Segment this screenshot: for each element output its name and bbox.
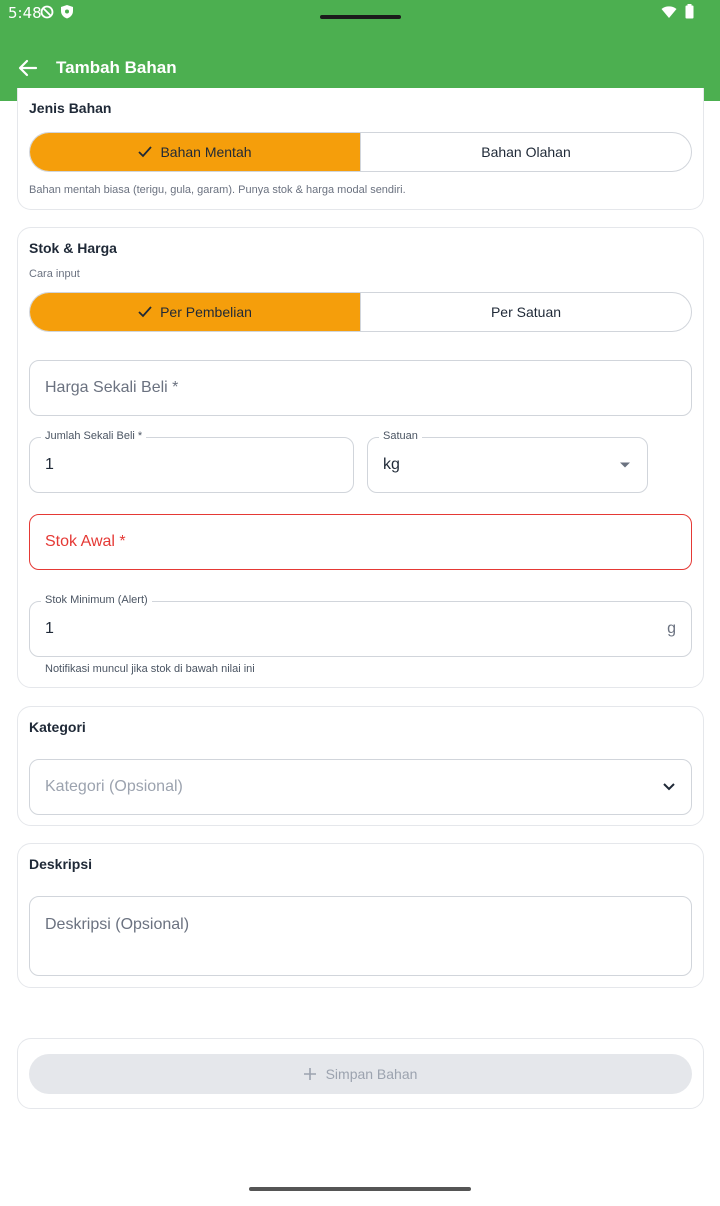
- jumlah-label: Jumlah Sekali Beli *: [41, 430, 147, 442]
- back-button[interactable]: [14, 54, 42, 82]
- deskripsi-title: Deskripsi: [29, 856, 93, 872]
- stok-min-helper: Notifikasi muncul jika stok di bawah nil…: [45, 663, 255, 675]
- jumlah-sekali-beli-input[interactable]: Jumlah Sekali Beli * 1: [29, 430, 354, 493]
- check-icon: [138, 146, 153, 158]
- page-title: Tambah Bahan: [56, 58, 177, 77]
- cara-input-selector: Per Pembelian Per Satuan: [29, 292, 692, 332]
- arrow-back-icon: [18, 59, 38, 77]
- deskripsi-card: Deskripsi Deskripsi (Opsional): [17, 843, 704, 988]
- option-per-pembelian-label: Per Pembelian: [160, 304, 252, 320]
- stok-minimum-input[interactable]: Stok Minimum (Alert) 1 g: [29, 594, 692, 657]
- stok-awal-input[interactable]: Stok Awal *: [29, 514, 692, 570]
- stok-harga-card: Stok & Harga Cara input Per Pembelian Pe…: [17, 227, 704, 688]
- kategori-select[interactable]: Kategori (Opsional): [29, 759, 692, 815]
- jumlah-value: 1: [45, 456, 54, 473]
- satuan-select[interactable]: Satuan kg: [367, 430, 648, 493]
- satuan-value: kg: [383, 456, 400, 473]
- option-bahan-mentah-label: Bahan Mentah: [160, 144, 252, 160]
- harga-placeholder: Harga Sekali Beli *: [45, 379, 179, 396]
- kategori-title: Kategori: [29, 719, 86, 735]
- dropdown-triangle-icon: [620, 462, 630, 468]
- save-card: Simpan Bahan: [17, 1038, 704, 1109]
- stok-min-suffix: g: [667, 620, 676, 637]
- battery-icon: [685, 4, 694, 19]
- shield-icon: [61, 5, 73, 19]
- option-per-satuan-label: Per Satuan: [490, 304, 562, 320]
- camera-notch: [320, 15, 401, 19]
- stok-min-value: 1: [45, 620, 54, 637]
- jenis-bahan-title: Jenis Bahan: [29, 100, 112, 116]
- stok-awal-placeholder: Stok Awal *: [45, 533, 126, 550]
- harga-sekali-beli-input[interactable]: Harga Sekali Beli *: [29, 360, 692, 416]
- simpan-bahan-button[interactable]: Simpan Bahan: [29, 1054, 692, 1094]
- option-bahan-olahan[interactable]: Bahan Olahan: [360, 133, 691, 171]
- status-bar: 5:48: [0, 0, 720, 34]
- deskripsi-textarea[interactable]: Deskripsi (Opsional): [29, 896, 692, 976]
- wifi-icon: [661, 5, 677, 18]
- option-bahan-olahan-label: Bahan Olahan: [481, 144, 571, 160]
- deskripsi-placeholder: Deskripsi (Opsional): [45, 916, 190, 933]
- simpan-bahan-label: Simpan Bahan: [325, 1066, 418, 1082]
- stok-harga-title: Stok & Harga: [29, 240, 117, 256]
- jenis-bahan-selector: Bahan Mentah Bahan Olahan: [29, 132, 692, 172]
- jenis-bahan-card: Jenis Bahan Bahan Mentah Bahan Olahan Ba…: [17, 88, 704, 210]
- cara-input-label: Cara input: [29, 268, 80, 280]
- kategori-card: Kategori Kategori (Opsional): [17, 706, 704, 826]
- stok-min-label: Stok Minimum (Alert): [41, 594, 152, 606]
- option-per-satuan[interactable]: Per Satuan: [360, 293, 691, 331]
- plus-icon: [303, 1068, 316, 1080]
- jenis-bahan-helper: Bahan mentah biasa (terigu, gula, garam)…: [29, 184, 406, 196]
- check-icon: [138, 306, 152, 318]
- status-time: 5:48: [8, 4, 42, 22]
- chevron-down-icon: [663, 783, 675, 791]
- gesture-nav-handle[interactable]: [249, 1187, 471, 1191]
- option-per-pembelian[interactable]: Per Pembelian: [30, 293, 360, 331]
- privacy-dnd-icon: [40, 5, 54, 18]
- satuan-label: Satuan: [379, 430, 422, 442]
- kategori-placeholder: Kategori (Opsional): [45, 778, 183, 795]
- option-bahan-mentah[interactable]: Bahan Mentah: [30, 133, 360, 171]
